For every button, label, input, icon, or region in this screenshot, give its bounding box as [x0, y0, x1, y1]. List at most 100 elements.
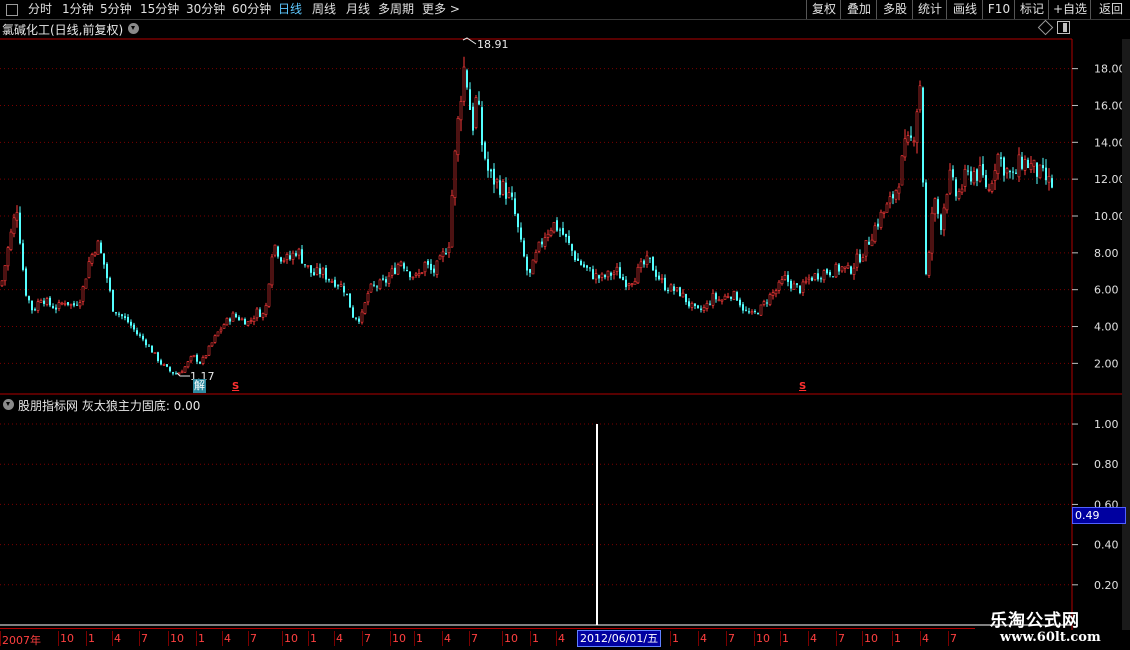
candle-117	[352, 305, 354, 318]
candle-212	[636, 263, 640, 284]
candle-113	[339, 280, 343, 287]
candle-231	[694, 303, 696, 310]
candle-321	[963, 164, 967, 192]
candle-114	[343, 282, 345, 297]
candle-185	[556, 217, 558, 232]
candle-269	[807, 274, 811, 285]
candle-250	[750, 309, 754, 315]
candle-245	[736, 290, 738, 301]
candle-148	[445, 248, 447, 256]
candle-338	[1015, 169, 1017, 175]
period-tab-7[interactable]: 周线	[312, 1, 336, 18]
time-axis-label-1: 10	[60, 632, 74, 645]
main-y-axis: 18.00 16.00 14.00 12.00 10.00 8.00 6.00 4.00 2.0…	[1072, 63, 1126, 370]
candle-241	[723, 293, 727, 300]
candle-15	[45, 296, 49, 307]
candle-244	[732, 290, 736, 301]
toolbar-action-3[interactable]: 统计	[912, 0, 947, 19]
toolbar-action-4[interactable]: 画线	[946, 0, 983, 19]
candle-86	[259, 307, 261, 318]
period-tab-0[interactable]: 分时	[28, 1, 52, 18]
period-tab-6[interactable]: 日线	[278, 1, 302, 18]
candle-108	[325, 265, 327, 283]
time-axis-separator	[390, 631, 391, 646]
candle-341	[1023, 155, 1027, 176]
toolbar-action-2[interactable]: 多股	[876, 0, 913, 19]
candle-48	[145, 338, 147, 348]
period-tab-3[interactable]: 15分钟	[140, 1, 179, 18]
indicator-grid	[0, 423, 1072, 586]
toolbar-action-5[interactable]: F10	[982, 0, 1015, 19]
period-tab-1[interactable]: 1分钟	[62, 1, 94, 18]
candle-189	[568, 230, 570, 246]
chevron-down-icon[interactable]	[3, 399, 14, 410]
toolbar-action-8[interactable]: 返回	[1090, 0, 1130, 19]
period-tab-5[interactable]: 60分钟	[232, 1, 271, 18]
candle-42	[127, 314, 129, 324]
candle-73	[219, 326, 223, 334]
candle-336	[1009, 169, 1011, 179]
time-axis-label-29: 10	[864, 632, 878, 645]
candle-77	[231, 311, 235, 322]
candle-174	[523, 237, 525, 258]
candle-265	[796, 283, 798, 288]
candle-118	[355, 317, 357, 321]
time-axis-separator	[442, 631, 443, 646]
watermark-url: www.60lt.com	[1000, 630, 1101, 645]
candle-197	[592, 265, 594, 280]
candle-100	[301, 244, 303, 264]
candle-126	[378, 278, 382, 291]
period-tab-2[interactable]: 5分钟	[100, 1, 132, 18]
time-axis-label-3: 4	[114, 632, 121, 645]
candle-93	[280, 256, 282, 264]
candle-328	[985, 169, 987, 189]
candle-301	[903, 129, 907, 161]
time-axis-separator	[754, 631, 755, 646]
toolbar-action-7[interactable]: +自选	[1048, 0, 1091, 19]
candle-166	[499, 175, 501, 198]
candle-72	[216, 331, 220, 337]
toolbar-action-6[interactable]: 标记	[1014, 0, 1049, 19]
candle-319	[957, 188, 961, 201]
period-tab-8[interactable]: 月线	[346, 1, 370, 18]
candle-345	[1036, 162, 1038, 185]
candle-236	[709, 300, 711, 306]
candle-193	[580, 259, 582, 266]
candle-44	[133, 322, 135, 332]
toolbar-menu-icon[interactable]	[6, 4, 18, 16]
candle-214	[643, 259, 645, 268]
candle-335	[1005, 166, 1009, 179]
candle-129	[387, 272, 391, 288]
time-axis-separator	[530, 631, 531, 646]
toolbar-action-0[interactable]: 复权	[806, 0, 841, 19]
candle-227	[681, 289, 685, 298]
candle-253	[759, 304, 763, 316]
candle-294	[882, 211, 886, 219]
candle-66	[199, 361, 201, 365]
candle-234	[702, 304, 706, 313]
time-axis-label-22: 1	[672, 632, 679, 645]
candle-257	[771, 289, 775, 300]
time-axis-label-19: 4	[558, 632, 565, 645]
candle-299	[897, 183, 901, 201]
candle-101	[304, 264, 306, 268]
candle-138	[414, 271, 418, 278]
candle-320	[960, 184, 964, 195]
candle-20	[60, 301, 64, 306]
candle-57	[172, 371, 174, 376]
time-axis-separator	[308, 631, 309, 646]
candle-135	[406, 266, 408, 272]
period-tab-10[interactable]: 更多 >	[422, 1, 460, 18]
candle-215	[645, 250, 649, 268]
period-tab-9[interactable]: 多周期	[378, 1, 414, 18]
candle-235	[705, 300, 709, 312]
candle-192	[577, 253, 579, 262]
candle-105	[315, 262, 319, 276]
candle-76	[229, 317, 231, 325]
period-tab-4[interactable]: 30分钟	[186, 1, 225, 18]
toolbar-action-1[interactable]: 叠加	[840, 0, 877, 19]
candle-6	[19, 206, 21, 245]
candle-37	[112, 289, 114, 312]
candle-202	[606, 270, 610, 281]
time-axis-separator	[362, 631, 363, 646]
